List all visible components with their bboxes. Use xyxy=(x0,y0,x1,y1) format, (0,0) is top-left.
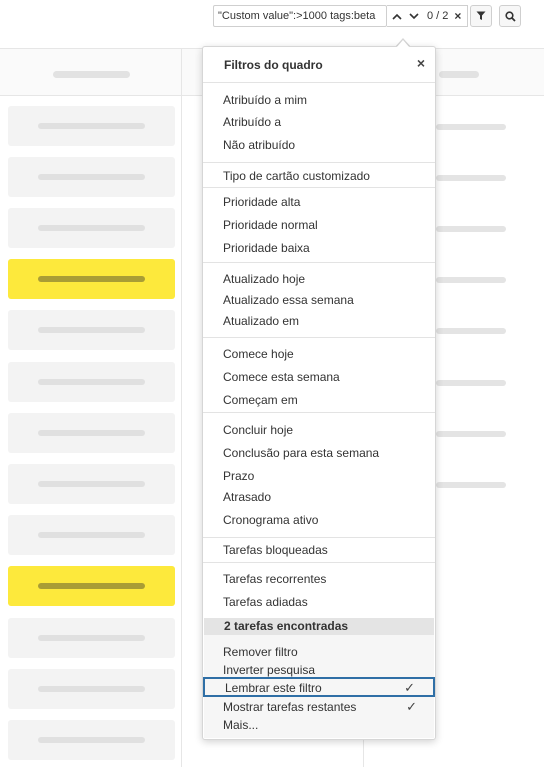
divider xyxy=(203,187,435,188)
clear-search-icon[interactable]: × xyxy=(454,9,461,23)
search-navigator: 0 / 2 × xyxy=(387,5,468,27)
invert-search-button[interactable]: Inverter pesquisa xyxy=(223,663,315,677)
remember-filter-toggle[interactable]: Lembrar este filtro ✓ xyxy=(203,677,435,697)
remove-filter-button[interactable]: Remover filtro xyxy=(223,645,298,659)
board-column-1 xyxy=(0,48,182,767)
remember-filter-label: Lembrar este filtro xyxy=(225,681,322,695)
filter-priority-low[interactable]: Prioridade baixa xyxy=(223,241,310,255)
close-icon[interactable]: × xyxy=(417,55,425,71)
search-input[interactable]: "Custom value":>1000 tags:beta xyxy=(213,5,387,27)
menu-pointer-inner xyxy=(396,40,410,48)
filter-updated-this-week[interactable]: Atualizado essa semana xyxy=(223,293,354,307)
divider xyxy=(203,537,435,538)
chevron-up-icon[interactable] xyxy=(390,6,404,26)
filter-finish-this-week[interactable]: Conclusão para esta semana xyxy=(223,446,379,460)
divider xyxy=(203,262,435,263)
board-card[interactable] xyxy=(8,157,175,197)
filter-custom-card-type[interactable]: Tipo de cartão customizado xyxy=(223,169,370,183)
board-card[interactable] xyxy=(8,208,175,248)
card-placeholder xyxy=(436,328,506,334)
column-header xyxy=(0,48,181,96)
board-card[interactable] xyxy=(8,464,175,504)
filter-priority-normal[interactable]: Prioridade normal xyxy=(223,218,318,232)
checkmark-icon: ✓ xyxy=(406,699,417,714)
board-card[interactable] xyxy=(8,362,175,402)
filter-assigned-to[interactable]: Atribuído a xyxy=(223,115,281,129)
board-filters-menu: Filtros do quadro × Atribuído a mim Atri… xyxy=(202,46,436,740)
board-card-highlighted[interactable] xyxy=(8,259,175,299)
filter-icon xyxy=(476,11,486,20)
filter-postponed-tasks[interactable]: Tarefas adiadas xyxy=(223,595,308,609)
board-card[interactable] xyxy=(8,515,175,555)
card-placeholder xyxy=(436,277,506,283)
card-placeholder xyxy=(436,226,506,232)
filter-late[interactable]: Atrasado xyxy=(223,490,271,504)
search-result-count: 0 / 2 xyxy=(427,10,449,22)
search-button[interactable] xyxy=(499,5,521,27)
show-remaining-tasks-label: Mostrar tarefas restantes xyxy=(223,700,357,714)
board-card[interactable] xyxy=(8,618,175,658)
filter-active-schedule[interactable]: Cronograma ativo xyxy=(223,513,318,527)
filter-button[interactable] xyxy=(470,5,492,27)
filter-priority-high[interactable]: Prioridade alta xyxy=(223,195,300,209)
card-placeholder xyxy=(436,380,506,386)
board-card[interactable] xyxy=(8,669,175,709)
filter-updated-on[interactable]: Atualizado em xyxy=(223,314,299,328)
filter-unassigned[interactable]: Não atribuído xyxy=(223,138,295,152)
chevron-down-icon[interactable] xyxy=(407,6,421,26)
search-icon xyxy=(504,10,516,22)
board-card[interactable] xyxy=(8,413,175,453)
filter-finish-today[interactable]: Concluir hoje xyxy=(223,423,293,437)
filter-blocked-tasks[interactable]: Tarefas bloqueadas xyxy=(223,543,328,557)
filter-start-today[interactable]: Comece hoje xyxy=(223,347,294,361)
divider xyxy=(203,82,435,83)
divider xyxy=(203,337,435,338)
filter-recurring-tasks[interactable]: Tarefas recorrentes xyxy=(223,572,326,586)
divider xyxy=(203,562,435,563)
show-remaining-tasks-toggle[interactable]: Mostrar tarefas restantes ✓ xyxy=(203,698,435,718)
divider xyxy=(203,162,435,163)
board-card[interactable] xyxy=(8,720,175,760)
board-card-highlighted[interactable] xyxy=(8,566,175,606)
filter-start-on[interactable]: Começam em xyxy=(223,393,298,407)
found-count: 2 tarefas encontradas xyxy=(204,618,434,635)
menu-title: Filtros do quadro xyxy=(224,58,323,72)
filter-due[interactable]: Prazo xyxy=(223,469,254,483)
card-placeholder xyxy=(436,431,506,437)
card-placeholder xyxy=(436,482,506,488)
board-card[interactable] xyxy=(8,310,175,350)
card-placeholder xyxy=(436,124,506,130)
filter-assigned-to-me[interactable]: Atribuído a mim xyxy=(223,93,307,107)
filter-start-this-week[interactable]: Comece esta semana xyxy=(223,370,340,384)
checkmark-icon: ✓ xyxy=(404,680,415,695)
card-placeholder xyxy=(436,175,506,181)
more-options-link[interactable]: Mais... xyxy=(223,718,258,732)
board-card[interactable] xyxy=(8,106,175,146)
filter-updated-today[interactable]: Atualizado hoje xyxy=(223,272,305,286)
divider xyxy=(203,412,435,413)
